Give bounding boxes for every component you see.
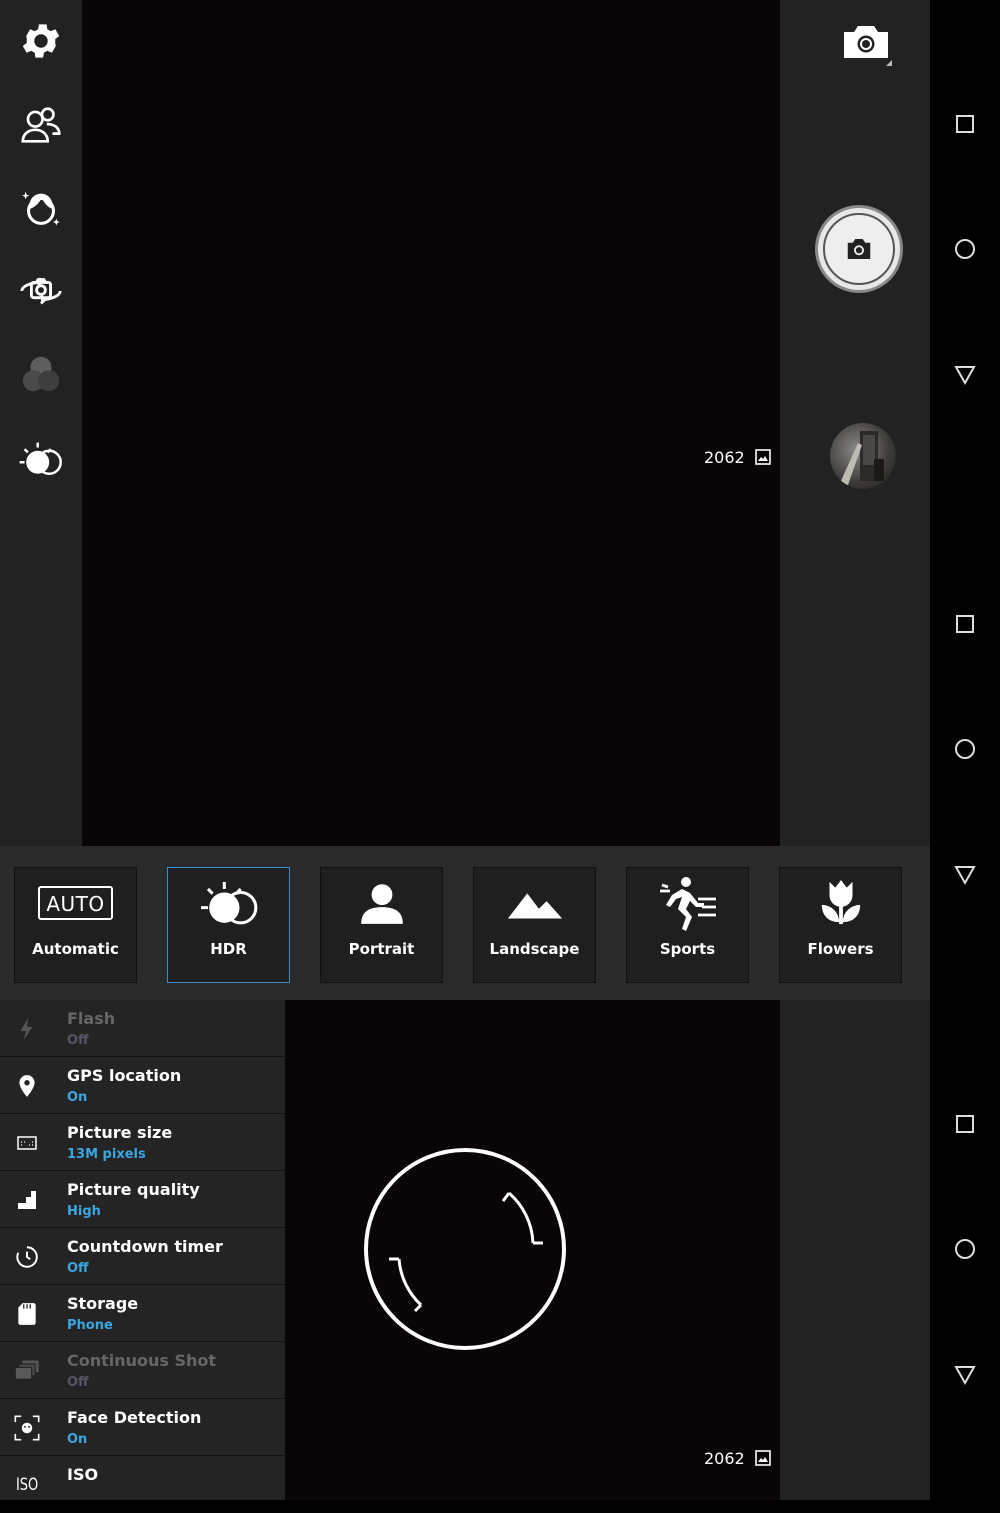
setting-value: Phone xyxy=(67,1318,113,1333)
scene-mode-label: Portrait xyxy=(348,940,415,958)
setting-iso[interactable]: ISO ISO xyxy=(0,1456,285,1513)
scene-mode-portrait[interactable]: Portrait xyxy=(320,867,443,983)
focus-reticle-icon xyxy=(364,1148,566,1350)
gallery-icon xyxy=(754,1450,771,1466)
setting-value: 13M pixels xyxy=(67,1147,146,1162)
picture-size-icon xyxy=(12,1128,42,1158)
camera-settings-list: Flash Off GPS location On Picture size 1… xyxy=(0,1000,285,1500)
photo-count-label: 2062 xyxy=(704,1448,745,1468)
scene-mode-label: HDR xyxy=(210,940,247,958)
home-circle-icon[interactable] xyxy=(950,734,980,764)
burst-icon xyxy=(12,1356,42,1386)
recents-square-icon[interactable] xyxy=(950,109,980,139)
back-triangle-icon[interactable] xyxy=(950,1359,980,1389)
setting-face-detection[interactable]: Face Detection On xyxy=(0,1399,285,1456)
scene-mode-landscape[interactable]: Landscape xyxy=(473,867,596,983)
setting-title: Picture quality xyxy=(67,1180,200,1199)
camera-mode-switch-icon[interactable] xyxy=(838,18,894,70)
setting-value: On xyxy=(67,1090,88,1105)
setting-gps-location[interactable]: GPS location On xyxy=(0,1057,285,1114)
recents-square-icon[interactable] xyxy=(950,609,980,639)
scene-mode-sports[interactable]: Sports xyxy=(626,867,749,983)
left-quick-settings-rail xyxy=(0,0,82,846)
gallery-icon xyxy=(754,449,771,465)
setting-flash[interactable]: Flash Off xyxy=(0,1000,285,1057)
setting-value: Off xyxy=(67,1261,89,1276)
settings-icon[interactable] xyxy=(8,8,74,74)
camera-icon xyxy=(847,239,871,259)
setting-title: GPS location xyxy=(67,1066,182,1085)
photo-count-label: 2062 xyxy=(704,447,745,467)
iso-icon: ISO xyxy=(15,1475,39,1495)
person-icon xyxy=(357,868,407,938)
setting-storage[interactable]: Storage Phone xyxy=(0,1285,285,1342)
setting-value: Off xyxy=(67,1033,89,1048)
flash-icon xyxy=(12,1014,42,1044)
home-circle-icon[interactable] xyxy=(950,1234,980,1264)
scene-mode-flowers[interactable]: Flowers xyxy=(779,867,902,983)
setting-value: Off xyxy=(67,1375,89,1390)
shutter-inner xyxy=(823,213,895,285)
auto-text-icon: AUTO xyxy=(38,868,113,938)
scene-mode-label: Landscape xyxy=(489,940,580,958)
setting-value: On xyxy=(67,1432,88,1447)
setting-countdown-timer[interactable]: Countdown timer Off xyxy=(0,1228,285,1285)
switch-camera-icon[interactable] xyxy=(8,258,74,324)
color-effect-icon[interactable] xyxy=(8,342,74,408)
setting-continuous-shot[interactable]: Continuous Shot Off xyxy=(0,1342,285,1399)
setting-value: High xyxy=(67,1204,101,1219)
shutter-button[interactable] xyxy=(815,205,903,293)
scene-mode-label: Sports xyxy=(659,940,716,958)
system-navigation-bar xyxy=(930,0,1000,1500)
tulip-icon xyxy=(818,868,864,938)
scene-mode-hdr[interactable]: HDR xyxy=(167,867,290,983)
photo-counter-top: 2062 xyxy=(704,447,773,467)
beauty-face-icon[interactable] xyxy=(8,176,74,242)
scene-mode-selector: AUTO Automatic HDR Portrait Landscape Sp… xyxy=(0,846,930,1000)
setting-title: Flash xyxy=(67,1009,116,1028)
timer-icon xyxy=(12,1242,42,1272)
photo-counter-bottom: 2062 xyxy=(704,1448,773,1468)
back-triangle-icon[interactable] xyxy=(950,359,980,389)
setting-title: Countdown timer xyxy=(67,1237,223,1256)
hdr-icon xyxy=(195,868,263,938)
sd-card-icon xyxy=(12,1299,42,1329)
gallery-thumbnail[interactable] xyxy=(830,423,896,489)
location-pin-icon xyxy=(12,1071,42,1101)
recents-square-icon[interactable] xyxy=(950,1109,980,1139)
setting-picture-quality[interactable]: Picture quality High xyxy=(0,1171,285,1228)
runner-icon xyxy=(657,868,719,938)
scene-mode-label: Automatic xyxy=(32,940,119,958)
quality-steps-icon xyxy=(12,1185,42,1215)
setting-title: Continuous Shot xyxy=(67,1351,217,1370)
setting-title: Picture size xyxy=(67,1123,173,1142)
setting-title: Face Detection xyxy=(67,1408,202,1427)
hdr-icon[interactable] xyxy=(8,426,74,492)
multi-user-icon[interactable] xyxy=(8,92,74,158)
viewfinder-preview[interactable] xyxy=(82,0,780,846)
right-control-panel-lower xyxy=(780,1000,930,1500)
setting-title: Storage xyxy=(67,1294,139,1313)
scene-mode-automatic[interactable]: AUTO Automatic xyxy=(14,867,137,983)
mountain-icon xyxy=(506,868,564,938)
setting-picture-size[interactable]: Picture size 13M pixels xyxy=(0,1114,285,1171)
face-detect-icon xyxy=(12,1413,42,1443)
back-triangle-icon[interactable] xyxy=(950,859,980,889)
setting-title: ISO xyxy=(67,1465,99,1484)
home-circle-icon[interactable] xyxy=(950,234,980,264)
scene-mode-label: Flowers xyxy=(807,940,874,958)
